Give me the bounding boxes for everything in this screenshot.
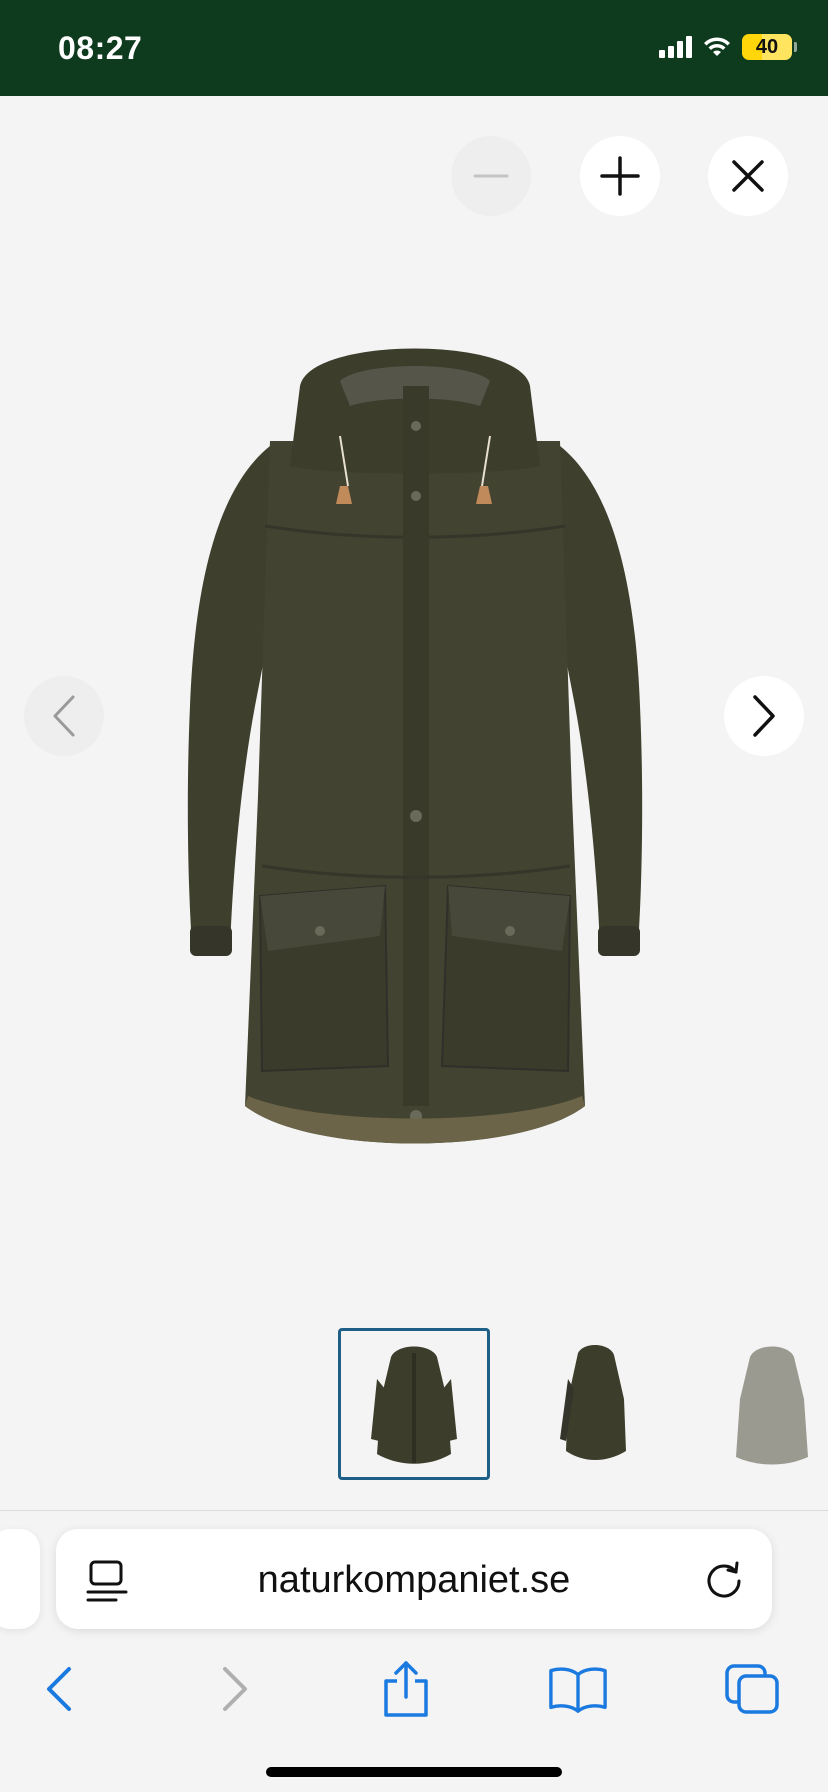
thumbnail-strip bbox=[0, 1328, 828, 1480]
tabs-button[interactable] bbox=[722, 1659, 782, 1719]
signal-icon bbox=[659, 36, 692, 58]
forward-button[interactable] bbox=[206, 1659, 266, 1719]
share-button[interactable] bbox=[376, 1659, 436, 1719]
address-bar[interactable]: naturkompaniet.se bbox=[56, 1529, 772, 1629]
home-indicator[interactable] bbox=[266, 1767, 562, 1777]
url-text: naturkompaniet.se bbox=[257, 1559, 571, 1601]
zoom-out-icon bbox=[473, 174, 509, 178]
previous-image-button[interactable] bbox=[24, 676, 104, 756]
back-icon bbox=[47, 1667, 71, 1711]
thumbnail-image bbox=[560, 1344, 626, 1460]
chevron-left-icon bbox=[53, 695, 75, 737]
chevron-right-icon bbox=[753, 695, 775, 737]
share-icon bbox=[384, 1661, 428, 1717]
zoom-in-icon bbox=[600, 156, 640, 196]
bookmarks-icon bbox=[549, 1667, 607, 1713]
reload-icon[interactable] bbox=[702, 1557, 746, 1601]
back-button[interactable] bbox=[28, 1659, 88, 1719]
product-image[interactable] bbox=[180, 326, 650, 1156]
thumbnail-image bbox=[736, 1346, 808, 1465]
close-button[interactable] bbox=[708, 136, 788, 216]
screen: 08:27 40 naturkompaniet.se bbox=[0, 0, 828, 1792]
browser-chrome: naturkompaniet.se bbox=[0, 1510, 828, 1792]
zoom-in-button[interactable] bbox=[580, 136, 660, 216]
close-icon bbox=[732, 160, 764, 192]
thumbnail[interactable] bbox=[694, 1328, 828, 1480]
battery-icon: 40 bbox=[742, 34, 797, 60]
status-icons: 40 bbox=[659, 34, 797, 60]
bookmarks-button[interactable] bbox=[548, 1659, 608, 1719]
next-image-button[interactable] bbox=[724, 676, 804, 756]
thumbnail-image bbox=[371, 1346, 457, 1464]
thumbnail[interactable] bbox=[518, 1328, 670, 1480]
previous-tab-peek[interactable] bbox=[0, 1529, 40, 1629]
image-gallery-viewer bbox=[0, 96, 828, 1510]
browser-toolbar bbox=[0, 1641, 828, 1731]
wifi-icon bbox=[704, 37, 730, 56]
thumbnail[interactable] bbox=[338, 1328, 490, 1480]
status-bar: 08:27 40 bbox=[0, 0, 828, 96]
tabs-icon bbox=[725, 1664, 779, 1714]
battery-level: 40 bbox=[755, 35, 779, 58]
forward-icon bbox=[223, 1667, 247, 1711]
status-time: 08:27 bbox=[58, 30, 143, 66]
zoom-out-button[interactable] bbox=[451, 136, 531, 216]
